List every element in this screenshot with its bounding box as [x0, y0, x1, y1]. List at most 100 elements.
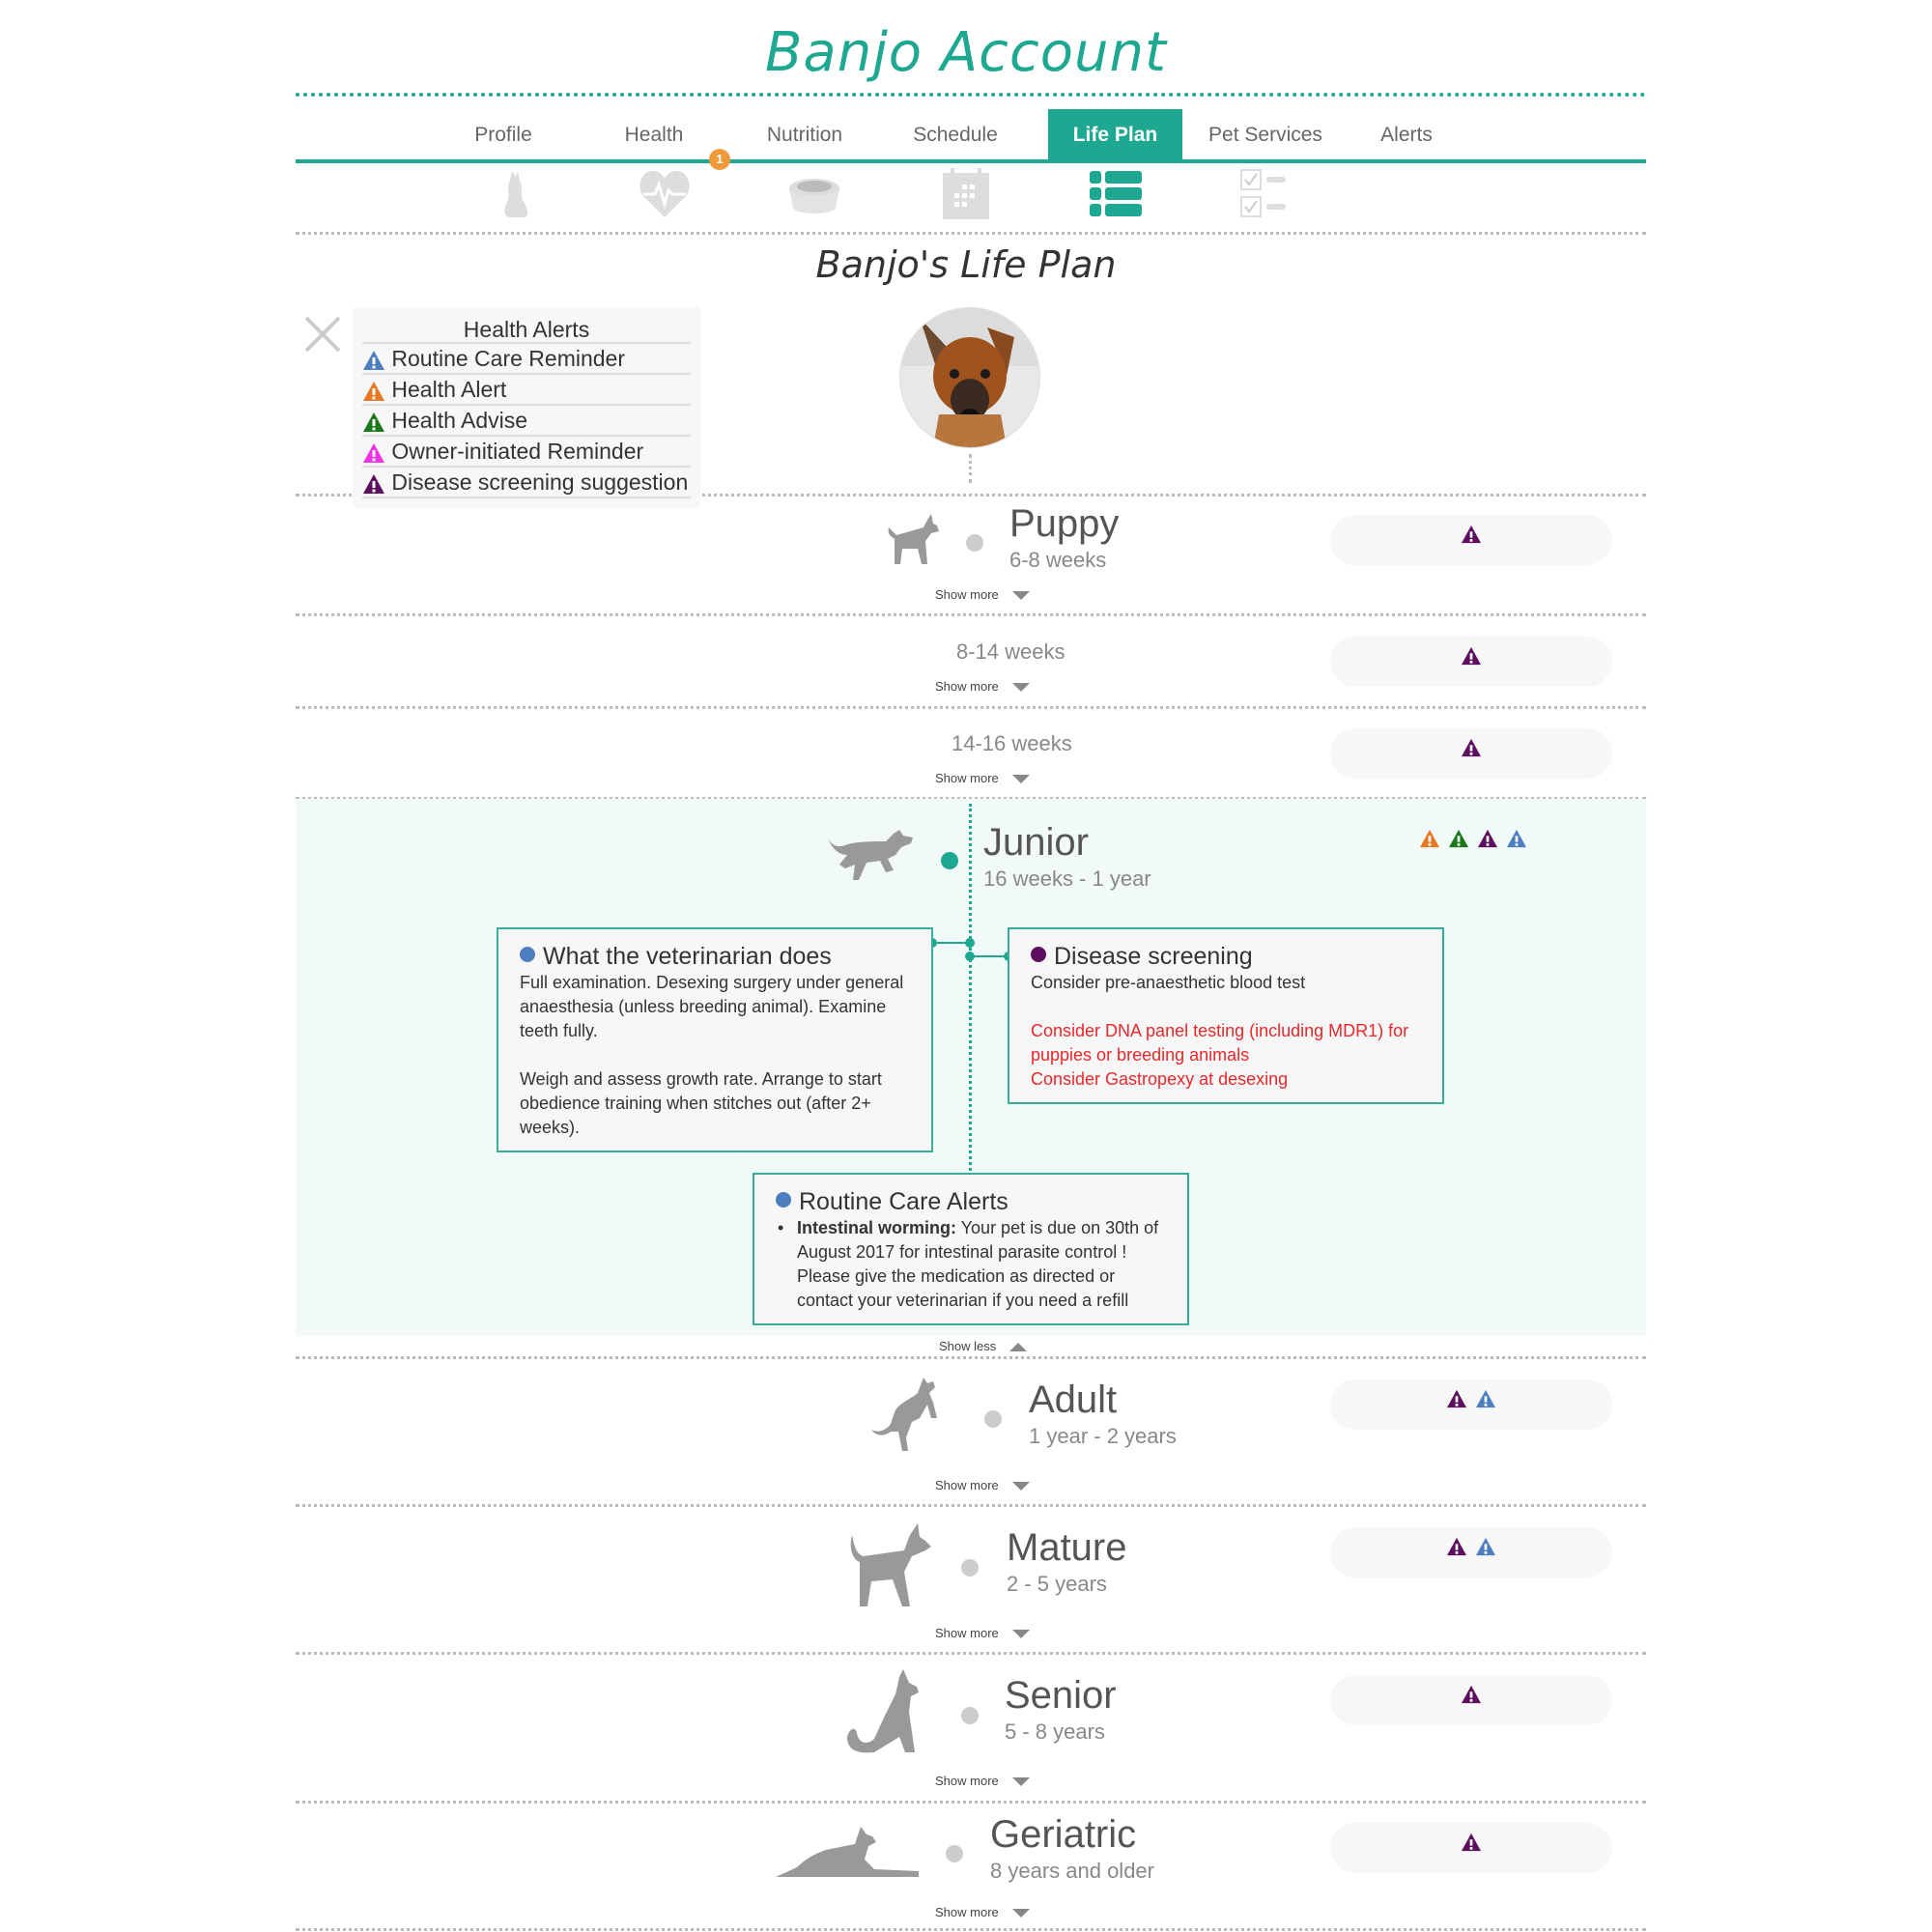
disease-screening-icon[interactable] [1446, 1389, 1467, 1408]
card-text: Consider pre-anaesthetic blood test [1031, 973, 1306, 992]
disease-screening-icon[interactable] [1461, 1833, 1482, 1852]
show-more-toggle[interactable]: Show more [935, 1626, 1030, 1640]
health-alert-icon[interactable] [1419, 829, 1440, 848]
tab-health[interactable]: Health [591, 109, 717, 159]
lying-dog-icon [776, 1821, 921, 1886]
health-badge: 1 [709, 149, 730, 170]
standing-dog-icon [848, 1521, 935, 1615]
show-more-toggle[interactable]: Show more [935, 771, 1030, 785]
health-advise-icon[interactable] [1448, 829, 1469, 848]
card-title: Disease screening [1054, 943, 1253, 970]
card-title: What the veterinarian does [543, 943, 832, 970]
tab-profile[interactable]: Profile [440, 109, 566, 159]
legend-item: Health Alert [362, 375, 691, 406]
routine-care-alert-icon[interactable] [1475, 1537, 1496, 1556]
stage-divider [296, 706, 1646, 709]
timeline-node [966, 534, 983, 552]
stage-alerts[interactable] [1330, 1675, 1612, 1725]
stage-range: 16 weeks - 1 year [983, 867, 1151, 891]
list-icon[interactable] [1087, 167, 1145, 221]
disease-screening-icon[interactable] [1477, 829, 1498, 848]
card-warning-text: Consider Gastropexy at desexing [1031, 1069, 1289, 1089]
jumping-dog-icon [869, 1374, 958, 1462]
stage-alerts[interactable] [1330, 1379, 1612, 1430]
routine-care-card: Routine Care Alerts • Intestinal worming:… [753, 1173, 1189, 1325]
chevron-down-icon [1011, 591, 1030, 601]
disease-screening-icon[interactable] [1461, 525, 1482, 544]
sitting-cat-icon[interactable] [485, 167, 543, 221]
section-divider [296, 232, 1646, 235]
chevron-down-icon [1011, 1482, 1030, 1492]
tab-pet-services[interactable]: Pet Services [1193, 109, 1338, 159]
stage-name: Adult [1029, 1378, 1118, 1421]
routine-care-alert-icon[interactable] [1506, 829, 1527, 848]
stage-divider [296, 1504, 1646, 1507]
account-title: Banjo Account [0, 21, 1932, 84]
tab-alerts[interactable]: Alerts [1344, 109, 1469, 159]
routine-item: • Intestinal worming: Your pet is due on … [778, 1218, 1159, 1310]
disease-dot-icon [1031, 947, 1046, 962]
health-alert-icon [363, 381, 384, 401]
stage-alerts[interactable] [1330, 637, 1612, 687]
routine-care-alert-icon[interactable] [1475, 1389, 1496, 1408]
vet-card: What the veterinarian does Full examinat… [497, 927, 933, 1152]
heart-pulse-icon[interactable] [636, 167, 694, 221]
show-more-toggle[interactable]: Show more [935, 1905, 1030, 1919]
card-text: Full examination. Desexing surgery under… [520, 973, 904, 1040]
legend-item: Health Advise [362, 406, 691, 437]
stage-range: 5 - 8 years [1005, 1719, 1105, 1744]
page-title: Banjo's Life Plan [815, 243, 1117, 286]
legend-item: Routine Care Reminder [362, 344, 691, 375]
legend-item: Owner-initiated Reminder [362, 437, 691, 468]
show-more-toggle[interactable]: Show more [935, 679, 1030, 694]
card-title: Routine Care Alerts [799, 1188, 1009, 1215]
stage-alerts[interactable] [1330, 728, 1612, 779]
show-less-toggle[interactable]: Show less [939, 1339, 1028, 1353]
disease-screening-icon[interactable] [1461, 646, 1482, 666]
stage-alerts[interactable] [1415, 829, 1531, 848]
show-more-toggle[interactable]: Show more [935, 1478, 1030, 1492]
bullet: • [778, 1218, 784, 1237]
stage-alerts[interactable] [1330, 1527, 1612, 1577]
routine-care-alert-icon [363, 350, 384, 370]
disease-screening-icon [363, 473, 384, 494]
tab-schedule[interactable]: Schedule [893, 109, 1018, 159]
stage-name: Mature [1007, 1526, 1127, 1569]
stage-alerts[interactable] [1330, 515, 1612, 565]
stage-range: 1 year - 2 years [1029, 1424, 1177, 1448]
pet-avatar [899, 307, 1040, 448]
stage-divider [296, 613, 1646, 616]
health-alerts-legend: Health Alerts Routine Care Reminder Heal… [353, 307, 700, 508]
tab-life-plan[interactable]: Life Plan [1048, 109, 1182, 159]
show-more-toggle[interactable]: Show more [935, 1774, 1030, 1788]
stage-range: 8 years and older [990, 1859, 1154, 1883]
timeline-node [961, 1707, 979, 1724]
card-connector [927, 938, 1013, 961]
sitting-dog-icon [845, 1667, 932, 1761]
owner-reminder-icon [363, 442, 384, 463]
disease-screening-icon[interactable] [1446, 1537, 1467, 1556]
checklist-icon[interactable] [1238, 167, 1296, 221]
puppy-dog-icon [883, 510, 943, 575]
show-more-toggle[interactable]: Show more [935, 587, 1030, 602]
close-icon [304, 316, 341, 353]
disease-screening-icon[interactable] [1461, 738, 1482, 757]
chevron-down-icon [1011, 683, 1030, 693]
card-text: Weigh and assess growth rate. Arrange to… [520, 1069, 882, 1137]
legend-title: Health Alerts [362, 307, 691, 344]
close-legend-button[interactable] [303, 315, 342, 354]
stage-divider [296, 1928, 1646, 1931]
stage-name: Junior [983, 821, 1089, 864]
chevron-down-icon [1011, 1630, 1030, 1639]
calendar-icon[interactable] [937, 167, 995, 221]
timeline-line [969, 804, 972, 1171]
chevron-down-icon [1011, 775, 1030, 784]
stage-name: Geriatric [990, 1813, 1137, 1856]
disease-screening-icon[interactable] [1461, 1685, 1482, 1704]
food-bowl-icon[interactable] [785, 167, 843, 221]
stage-divider [296, 1356, 1646, 1359]
stage-range: 8-14 weeks [956, 639, 1065, 664]
tab-nutrition[interactable]: Nutrition [742, 109, 867, 159]
timeline-node [984, 1410, 1002, 1428]
stage-alerts[interactable] [1330, 1823, 1612, 1873]
